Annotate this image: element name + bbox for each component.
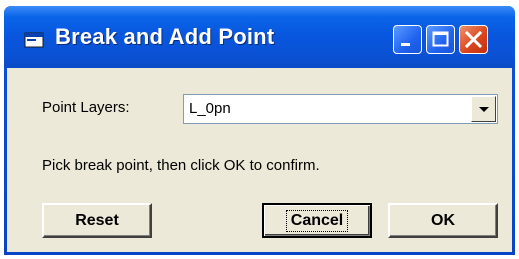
- instruction-text: Pick break point, then click OK to confi…: [42, 157, 320, 174]
- cancel-button-label: Cancel: [285, 209, 349, 232]
- minimize-icon: [401, 43, 410, 46]
- window-title: Break and Add Point: [55, 24, 275, 49]
- point-layers-value: L_0pn: [189, 100, 231, 117]
- app-window-icon: [24, 32, 44, 48]
- minimize-button[interactable]: [393, 25, 422, 54]
- close-button[interactable]: [459, 25, 488, 54]
- cancel-button[interactable]: Cancel: [262, 203, 372, 238]
- dialog-window: Break and Add Point Point Layers: L_0pn …: [4, 6, 515, 255]
- maximize-icon: [432, 31, 449, 47]
- maximize-button[interactable]: [426, 25, 455, 54]
- reset-button-label: Reset: [75, 211, 119, 229]
- reset-button[interactable]: Reset: [42, 203, 152, 238]
- point-layers-label: Point Layers:: [42, 99, 130, 116]
- title-bar[interactable]: Break and Add Point: [4, 6, 515, 68]
- chevron-down-icon[interactable]: [471, 96, 496, 122]
- point-layers-dropdown[interactable]: L_0pn: [183, 94, 498, 124]
- ok-button[interactable]: OK: [388, 203, 498, 238]
- close-icon: [464, 30, 483, 49]
- ok-button-label: OK: [431, 211, 455, 229]
- dialog-body: Point Layers: L_0pn Pick break point, th…: [7, 68, 512, 252]
